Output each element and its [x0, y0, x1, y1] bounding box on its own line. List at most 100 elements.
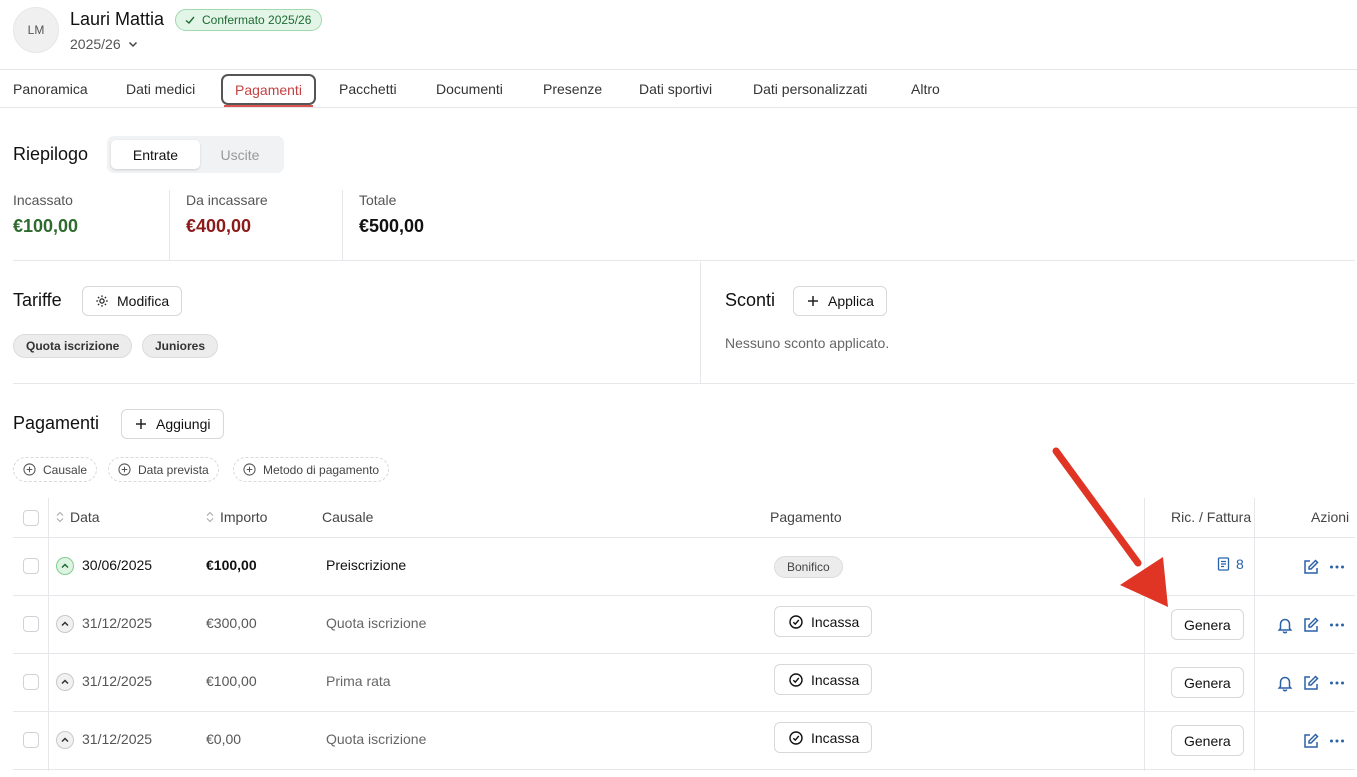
check-circle-icon — [789, 730, 803, 745]
stat-value-total: €500,00 — [359, 216, 425, 236]
edit-icon[interactable] — [1302, 558, 1320, 576]
filter-label: Metodo di pagamento — [263, 462, 380, 477]
payment-method-badge: Bonifico — [774, 556, 843, 578]
expand-toggle[interactable] — [56, 615, 74, 633]
season-selector[interactable]: 2025/26 — [70, 36, 139, 52]
filter-data-prevista[interactable]: Data prevista — [108, 457, 219, 482]
tab-altro[interactable]: Altro — [911, 70, 940, 108]
column-header-actions: Azioni — [1311, 509, 1349, 525]
tab-dati-personalizzati[interactable]: Dati personalizzati — [753, 70, 867, 108]
season-label: 2025/26 — [70, 36, 121, 52]
collect-label: Incassa — [811, 671, 860, 688]
row-divider — [13, 595, 1355, 596]
edit-tariffs-label: Modifica — [117, 293, 170, 309]
edit-icon[interactable] — [1302, 732, 1320, 750]
payments-title: Pagamenti — [13, 413, 100, 433]
filter-metodo-pagamento[interactable]: Metodo di pagamento — [233, 457, 390, 482]
row-divider — [13, 653, 1355, 654]
divider — [700, 262, 701, 383]
row-date: 31/12/2025 — [82, 615, 153, 631]
divider — [13, 260, 1355, 261]
row-checkbox[interactable] — [23, 558, 39, 574]
row-date: 30/06/2025 — [82, 557, 153, 573]
tab-dati-sportivi[interactable]: Dati sportivi — [639, 70, 712, 108]
plus-circle-icon — [243, 463, 256, 476]
column-header-invoice: Ric. / Fattura — [1171, 509, 1251, 525]
add-payment-label: Aggiungi — [156, 416, 211, 432]
apply-discount-label: Applica — [828, 293, 874, 309]
annotation-arrow-icon — [1052, 447, 1168, 607]
flow-toggle: Entrate Uscite — [107, 136, 284, 173]
expand-toggle[interactable] — [56, 731, 74, 749]
apply-discount-button[interactable]: Applica — [793, 286, 887, 316]
tab-documenti[interactable]: Documenti — [436, 70, 503, 108]
tab-presenze[interactable]: Presenze — [543, 70, 602, 108]
collect-button[interactable]: Incassa — [774, 664, 873, 695]
plus-icon — [136, 419, 146, 429]
row-checkbox[interactable] — [23, 674, 39, 690]
column-divider — [1144, 498, 1145, 771]
row-divider — [13, 769, 1355, 770]
stat-label-to-collect: Da incassare — [186, 192, 268, 208]
status-badge-label: Confermato 2025/26 — [202, 13, 312, 27]
stat-value-to-collect: €400,00 — [186, 216, 252, 236]
generate-invoice-button[interactable]: Genera — [1171, 667, 1244, 698]
edit-icon[interactable] — [1302, 674, 1320, 692]
generate-invoice-button[interactable]: Genera — [1171, 609, 1244, 640]
collect-button[interactable]: Incassa — [774, 606, 873, 637]
tab-pagamenti[interactable]: Pagamenti — [221, 74, 316, 107]
expand-toggle[interactable] — [56, 673, 74, 691]
chevron-down-icon — [128, 41, 137, 48]
column-header-date[interactable]: Data — [56, 509, 100, 525]
filter-label: Data prevista — [138, 462, 209, 477]
divider — [342, 190, 343, 260]
discounts-title: Sconti — [725, 290, 776, 310]
edit-tariffs-button[interactable]: Modifica — [82, 286, 183, 316]
row-amount: €100,00 — [206, 557, 257, 573]
column-header-label: Causale — [322, 509, 374, 525]
chevron-up-icon — [61, 737, 69, 743]
row-checkbox[interactable] — [23, 732, 39, 748]
bell-icon[interactable] — [1276, 674, 1294, 692]
sort-icon — [56, 511, 64, 523]
plus-circle-icon — [118, 463, 131, 476]
row-date: 31/12/2025 — [82, 673, 153, 689]
more-icon[interactable] — [1328, 674, 1346, 692]
select-all-checkbox[interactable] — [23, 510, 39, 526]
collect-label: Incassa — [811, 729, 860, 746]
row-amount: €300,00 — [206, 615, 257, 631]
toggle-uscite[interactable]: Uscite — [200, 140, 280, 169]
column-header-amount[interactable]: Importo — [206, 509, 267, 525]
tab-panoramica[interactable]: Panoramica — [13, 70, 88, 108]
toggle-entrate[interactable]: Entrate — [111, 140, 200, 169]
tab-pacchetti[interactable]: Pacchetti — [339, 70, 397, 108]
stat-label-total: Totale — [359, 192, 397, 208]
more-icon[interactable] — [1328, 558, 1346, 576]
bell-icon[interactable] — [1276, 616, 1294, 634]
generate-invoice-button[interactable]: Genera — [1171, 725, 1244, 756]
add-payment-button[interactable]: Aggiungi — [121, 409, 224, 439]
row-reason: Preiscrizione — [326, 557, 407, 573]
filter-causale[interactable]: Causale — [13, 457, 98, 482]
collect-button[interactable]: Incassa — [774, 722, 873, 753]
chevron-up-icon — [61, 621, 69, 627]
tab-bar: Panoramica Dati medici Pagamenti Pacchet… — [0, 69, 1357, 108]
receipt-link[interactable]: 8 — [1217, 556, 1244, 572]
column-header-label: Azioni — [1311, 509, 1350, 525]
athlete-name: Lauri Mattia — [70, 9, 165, 29]
row-checkbox[interactable] — [23, 616, 39, 632]
more-icon[interactable] — [1328, 732, 1346, 750]
tariffs-title: Tariffe — [13, 290, 62, 310]
tab-dati-medici[interactable]: Dati medici — [126, 70, 195, 108]
edit-icon[interactable] — [1302, 616, 1320, 634]
expand-toggle[interactable] — [56, 557, 74, 575]
tariff-chip: Juniores — [142, 334, 219, 358]
row-amount: €100,00 — [206, 673, 257, 689]
more-icon[interactable] — [1328, 616, 1346, 634]
check-circle-icon — [789, 672, 803, 687]
check-icon — [185, 16, 195, 24]
plus-icon — [808, 296, 818, 306]
sort-icon — [206, 511, 214, 523]
filter-label: Causale — [43, 462, 88, 477]
check-circle-icon — [789, 614, 803, 629]
